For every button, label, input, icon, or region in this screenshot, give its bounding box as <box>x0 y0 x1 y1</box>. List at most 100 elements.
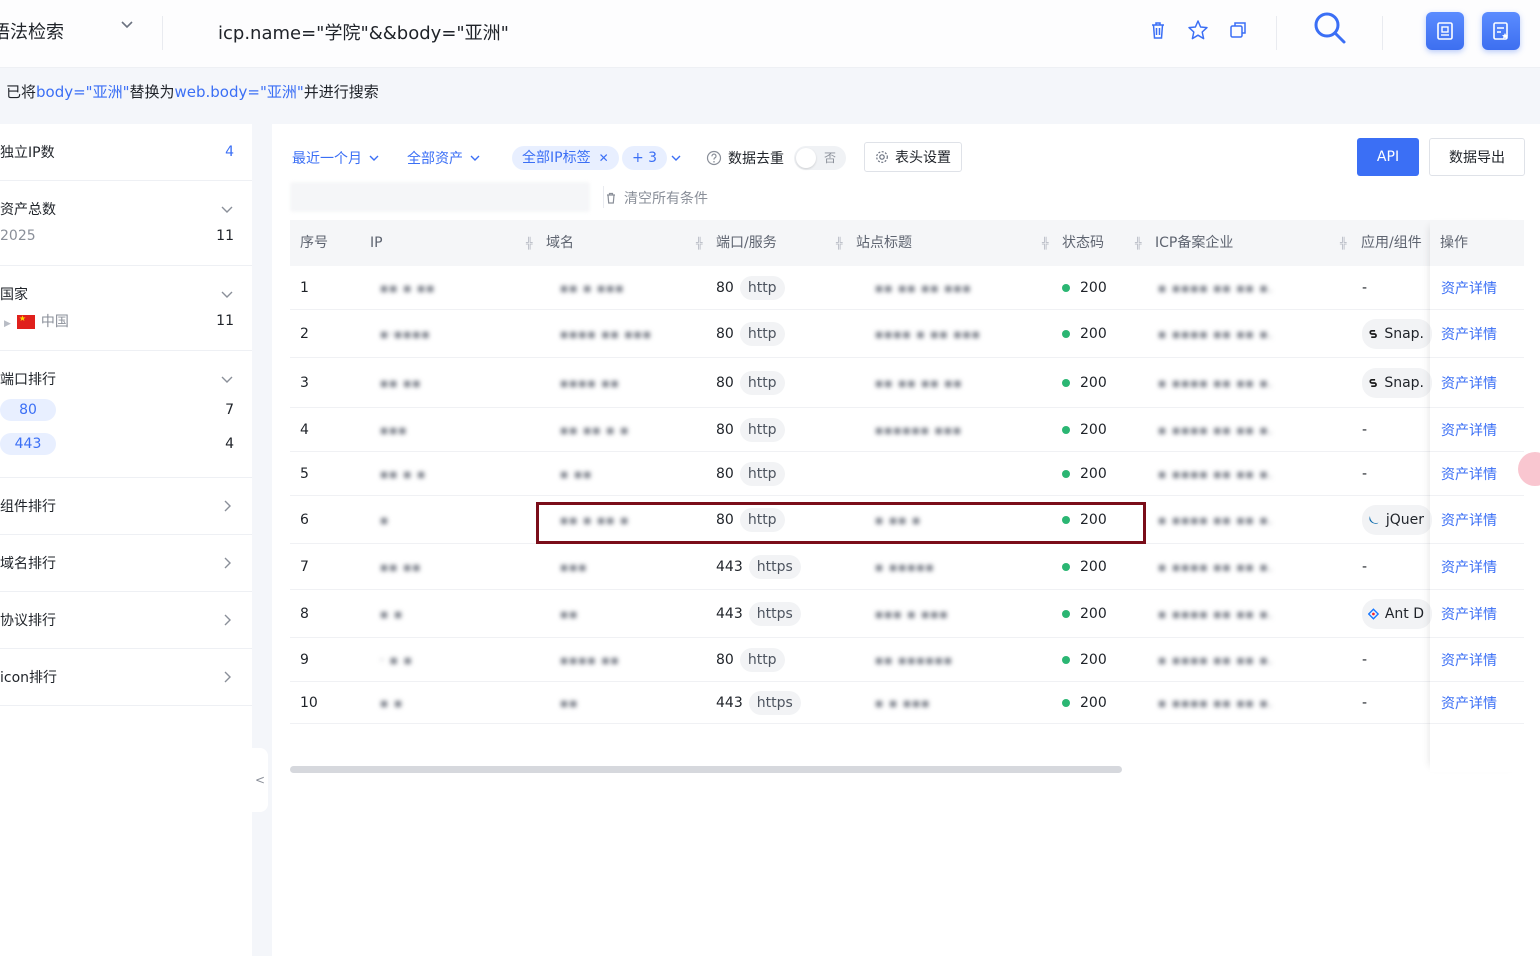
search-mode-select[interactable]: 语法检索 <box>0 16 152 46</box>
ip-cell[interactable]: ▪·▪▪▪▪ <box>380 310 430 357</box>
asset-detail-link[interactable]: 资产详情 <box>1441 266 1497 309</box>
table-row: 10 ▪ ▪ ▪▪ 443 https ▪ ▪ ▪▪▪ 200 ▪ ▪▪▪▪ ▪▪ ▪▪ ▪.… <box>290 682 1524 724</box>
ip-cell[interactable]: ▪ ▪ <box>380 682 403 723</box>
unique-ip-header: 独立IP数 4 <box>0 124 252 180</box>
ip-cell[interactable]: · ▪ ▪ <box>380 638 413 681</box>
col-grip[interactable]: ╬ <box>526 220 533 266</box>
port-row-443[interactable]: 443 4 <box>0 427 252 461</box>
col-grip[interactable]: ╬ <box>1042 220 1049 266</box>
domain-cell[interactable]: ▪▪ ▪▪ ▪ ▪ <box>560 408 629 451</box>
ip-cell[interactable]: ▪ <box>380 496 389 543</box>
search-icon[interactable] <box>1312 10 1348 46</box>
domain-cell[interactable]: ▪▪ <box>560 682 578 723</box>
ip-cell[interactable]: ▪▪ ▪ ▪ <box>380 452 426 495</box>
asset-year-row[interactable]: 2025 11 <box>0 221 252 251</box>
asset-detail-link[interactable]: 资产详情 <box>1441 452 1497 495</box>
col-icp[interactable]: ICP备案企业 <box>1155 220 1233 266</box>
asset-detail-link[interactable]: 资产详情 <box>1441 496 1497 543</box>
app-chip[interactable]: Snap. <box>1362 318 1432 349</box>
country-item: ▶ 中国 <box>0 311 69 331</box>
icon-rank-section[interactable]: icon排行 <box>0 649 252 706</box>
condition-input[interactable] <box>290 182 590 212</box>
chevron-right-icon <box>224 500 231 512</box>
ip-tag-chip[interactable]: 全部IP标签 ✕ <box>512 146 619 170</box>
icp-cell: ▪ ▪▪▪▪ ▪▪ ▪▪ ▪. <box>1158 606 1274 621</box>
col-title[interactable]: 站点标题 <box>856 220 912 266</box>
close-icon[interactable]: ✕ <box>599 151 609 165</box>
time-filter[interactable]: 最近一个月 <box>292 148 380 168</box>
domain-cell[interactable]: ▪ ▪▪ <box>560 452 592 495</box>
query-input[interactable] <box>218 16 1118 48</box>
port-pill: 80 <box>0 399 56 421</box>
status-dot <box>1062 698 1070 707</box>
tool-a-button[interactable] <box>1426 12 1464 50</box>
col-grip[interactable]: ╬ <box>836 220 843 266</box>
api-button[interactable]: API <box>1357 138 1419 176</box>
app-chip[interactable]: Ant D <box>1362 598 1432 629</box>
domain-rank-section[interactable]: 域名排行 <box>0 535 252 592</box>
chevron-down-icon[interactable] <box>670 152 682 164</box>
protocol-rank-section[interactable]: 协议排行 <box>0 592 252 649</box>
dedupe-switch[interactable]: 否 <box>794 146 846 170</box>
status-cell: 200 <box>1062 310 1107 357</box>
icp-cell: ▪ ▪▪▪▪ ▪▪ ▪▪ ▪. <box>1158 375 1274 390</box>
col-domain[interactable]: 域名 <box>546 220 574 266</box>
ip-cell[interactable]: ▪▪ ▪ ▪▪ <box>380 266 435 309</box>
export-button[interactable]: 数据导出 <box>1429 138 1525 176</box>
port-row-80[interactable]: 80 7 <box>0 393 252 427</box>
service-badge: http <box>739 417 785 442</box>
more-tags-chip[interactable]: + 3 <box>622 146 668 170</box>
sidebar-collapse-toggle[interactable]: < <box>252 748 268 812</box>
col-ip-label: IP <box>370 235 383 251</box>
domain-cell[interactable]: ▪▪▪▪ ▪▪ <box>560 358 620 407</box>
col-port[interactable]: 端口/服务 <box>716 220 777 266</box>
asset-detail-link[interactable]: 资产详情 <box>1441 682 1497 723</box>
status-value: 200 <box>1080 694 1107 711</box>
status-value: 200 <box>1080 558 1107 575</box>
horizontal-scrollbar[interactable] <box>290 766 1122 773</box>
header-settings-button[interactable]: 表头设置 <box>864 142 962 172</box>
app-chip[interactable]: jQuer <box>1362 504 1432 535</box>
clear-all-button[interactable]: 清空所有条件 <box>604 188 708 208</box>
domain-cell[interactable]: ▪▪▪▪ ▪▪ <box>560 638 620 681</box>
app-chip[interactable]: Snap. <box>1362 367 1432 398</box>
asset-total-section: 资产总数 2025 11 <box>0 181 252 266</box>
domain-cell[interactable]: ▪▪▪▪ ▪▪ ▪▪▪ <box>560 310 652 357</box>
asset-filter[interactable]: 全部资产 <box>407 148 481 168</box>
domain-cell[interactable]: ▪▪ ▪ ▪▪▪ <box>560 266 624 309</box>
table-row: 2 ▪·▪▪▪▪ ▪▪▪▪ ▪▪ ▪▪▪ 80 http ▪▪▪▪ ▪ ▪▪ ▪▪▪ 200… <box>290 310 1524 358</box>
asset-detail-link[interactable]: 资产详情 <box>1441 590 1497 637</box>
country-row-china[interactable]: ▶ 中国 11 <box>0 306 252 336</box>
chevron-right-icon <box>224 557 231 569</box>
col-ip[interactable]: IP <box>370 220 383 266</box>
asset-detail-link[interactable]: 资产详情 <box>1441 310 1497 357</box>
icp-cell: ▪ ▪▪▪▪ ▪▪ ▪▪ ▪. <box>1158 280 1274 295</box>
dedupe-text: 数据去重 <box>728 151 784 167</box>
component-rank-section[interactable]: 组件排行 <box>0 478 252 535</box>
ip-cell[interactable]: ▪▪▪ <box>380 408 407 451</box>
app-cell: - <box>1362 544 1432 589</box>
ip-cell[interactable]: ▪▪ ▪▪ <box>380 358 421 407</box>
col-app[interactable]: 应用/组件 <box>1361 220 1422 266</box>
app-value: Snap. <box>1384 374 1424 391</box>
col-grip[interactable]: ╬ <box>1340 220 1347 266</box>
ip-cell[interactable]: ▪▪ ▪▪ <box>380 544 421 589</box>
tool-b-button[interactable] <box>1482 12 1520 50</box>
component-rank-label: 组件排行 <box>0 499 56 515</box>
domain-cell[interactable]: ▪▪ <box>560 590 578 637</box>
ip-cell[interactable]: ▪ ▪ <box>380 590 403 637</box>
asset-detail-link[interactable]: 资产详情 <box>1441 638 1497 681</box>
asset-detail-link[interactable]: 资产详情 <box>1441 408 1497 451</box>
col-status[interactable]: 状态码 <box>1062 220 1104 266</box>
col-grip[interactable]: ╬ <box>696 220 703 266</box>
asset-detail-link[interactable]: 资产详情 <box>1441 544 1497 589</box>
domain-cell[interactable]: ▪▪▪ <box>560 544 587 589</box>
trash-icon[interactable] <box>1146 18 1170 42</box>
asset-detail-link[interactable]: 资产详情 <box>1441 358 1497 407</box>
app-cell: - <box>1362 452 1432 495</box>
copy-icon[interactable] <box>1226 18 1250 42</box>
col-grip[interactable]: ╬ <box>1135 220 1142 266</box>
star-icon[interactable] <box>1186 18 1210 42</box>
domain-cell[interactable]: ▪▪ ▪ ▪▪ ▪ <box>560 496 629 543</box>
row-index: 8 <box>300 605 309 622</box>
